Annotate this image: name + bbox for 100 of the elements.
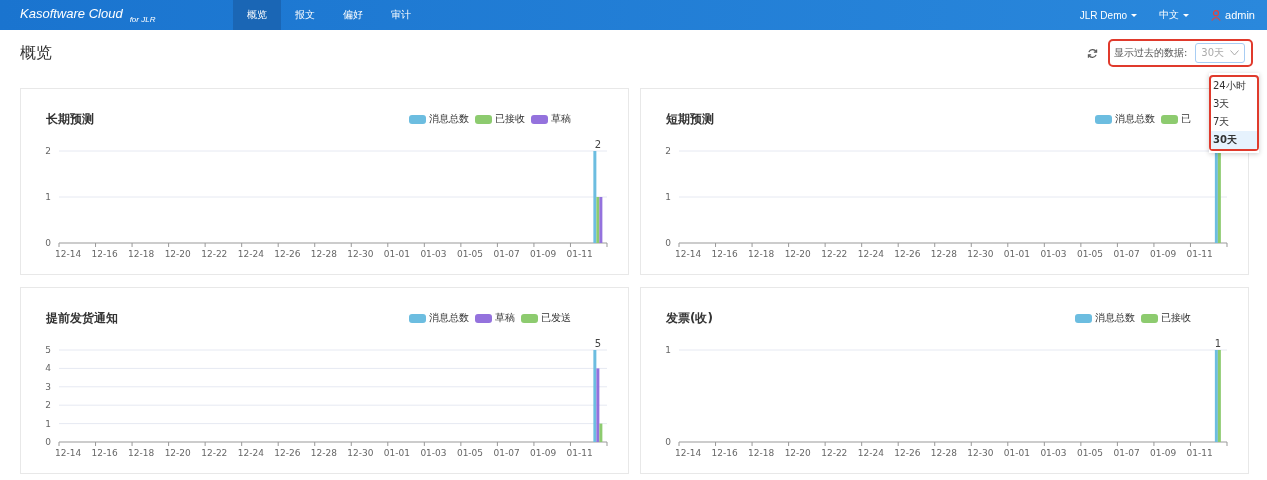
axis-tick-label: 12-16 xyxy=(711,249,738,259)
nav-tab[interactable]: 偏好 xyxy=(329,0,377,30)
brand-logo-text: Kasoftware Cloud xyxy=(20,7,123,21)
chart-title: 发票(收) xyxy=(666,309,713,327)
dropdown-option[interactable]: 30天 xyxy=(1211,131,1257,149)
axis-tick-label: 12-18 xyxy=(748,448,775,458)
menu-link[interactable]: 中文 xyxy=(1159,8,1180,22)
axis-tick-label: 12-18 xyxy=(748,249,775,259)
axis-tick-label: 01-07 xyxy=(1113,249,1140,259)
legend-swatch[interactable] xyxy=(531,114,548,124)
axis-tick-label: 12-20 xyxy=(784,249,811,259)
dropdown-option[interactable]: 24小时 xyxy=(1211,77,1257,95)
axis-tick-label: 12-30 xyxy=(347,249,374,259)
axis-tick-label: 12-24 xyxy=(237,249,264,259)
axis-tick-label: 12-14 xyxy=(55,249,82,259)
axis-tick-label: 01-11 xyxy=(1186,448,1213,458)
caret-icon[interactable] xyxy=(1183,13,1190,17)
axis-tick-label: 2 xyxy=(45,146,51,156)
axis-tick-label: 01-03 xyxy=(420,249,447,259)
axis-tick-label: 12-26 xyxy=(274,249,301,259)
legend-swatch[interactable] xyxy=(521,313,538,323)
axis-tick-label: 1 xyxy=(45,192,51,202)
legend-swatch[interactable] xyxy=(409,313,426,323)
axis-tick-label: 12-28 xyxy=(310,448,337,458)
axis-tick-label: 12-16 xyxy=(711,448,738,458)
legend-label[interactable]: 已发送 xyxy=(541,311,571,325)
axis-tick-label: 0 xyxy=(665,437,671,447)
legend-label[interactable]: 草稿 xyxy=(551,112,571,126)
chart-title: 提前发货通知 xyxy=(46,309,118,327)
axis-tick-label: 12-28 xyxy=(310,249,337,259)
axis-tick-label: 12-14 xyxy=(675,448,702,458)
axis-tick-label: 12-26 xyxy=(894,448,921,458)
axis-tick-label: 01-05 xyxy=(1076,249,1104,259)
user-icon[interactable] xyxy=(1211,9,1222,21)
axis-tick-label: 12-30 xyxy=(967,448,994,458)
caret-icon[interactable] xyxy=(1131,13,1138,17)
axis-tick-label: 01-11 xyxy=(1186,249,1213,259)
legend-label[interactable]: 已 xyxy=(1181,112,1191,126)
refresh-icon[interactable] xyxy=(1086,47,1098,59)
axis-tick-label: 12-20 xyxy=(784,448,811,458)
legend-swatch[interactable] xyxy=(409,114,426,124)
axis-tick-label: 01-03 xyxy=(420,448,447,458)
axis-tick-label: 01-01 xyxy=(383,448,410,458)
nav-tab[interactable]: 报文 xyxy=(281,0,329,30)
legend-label[interactable]: 消息总数 xyxy=(1095,311,1135,325)
value-label: 5 xyxy=(594,338,602,349)
legend-swatch[interactable] xyxy=(1095,114,1112,124)
axis-tick-label: 12-18 xyxy=(128,448,155,458)
axis-tick-label: 12-28 xyxy=(930,249,957,259)
nav-tab[interactable]: 审计 xyxy=(377,0,425,30)
axis-tick-label: 12-24 xyxy=(857,448,884,458)
filter-label: 显示过去的数据: xyxy=(1113,46,1188,60)
legend-swatch[interactable] xyxy=(475,114,492,124)
user-name-link[interactable]: admin xyxy=(1225,9,1255,21)
axis-tick-label: 12-14 xyxy=(675,249,702,259)
axis-tick-label: 12-20 xyxy=(164,448,191,458)
axis-tick-label: 12-22 xyxy=(821,448,848,458)
legend-label[interactable]: 草稿 xyxy=(495,311,515,325)
legend-label[interactable]: 消息总数 xyxy=(1115,112,1155,126)
axis-tick-label: 0 xyxy=(45,238,51,248)
axis-tick-label: 3 xyxy=(45,381,51,392)
axis-tick-label: 12-22 xyxy=(821,249,848,259)
axis-tick-label: 01-05 xyxy=(456,448,484,458)
axis-tick-label: 12-24 xyxy=(857,249,884,259)
legend-label[interactable]: 消息总数 xyxy=(429,112,469,126)
dropdown-option[interactable]: 7天 xyxy=(1211,113,1257,131)
menu-link[interactable]: JLR Demo xyxy=(1079,9,1128,21)
axis-tick-label: 01-09 xyxy=(530,249,557,259)
value-label: 1 xyxy=(1214,338,1222,349)
axis-tick-label: 12-20 xyxy=(164,249,191,259)
axis-tick-label: 1 xyxy=(665,345,671,355)
axis-tick-label: 4 xyxy=(45,363,51,374)
nav-tab[interactable]: 概览 xyxy=(233,0,281,30)
axis-tick-label: 01-07 xyxy=(493,448,520,458)
legend-label[interactable]: 已接收 xyxy=(1161,311,1191,325)
legend-swatch[interactable] xyxy=(475,313,492,323)
legend-swatch[interactable] xyxy=(1075,313,1092,323)
axis-tick-label: 12-30 xyxy=(967,249,994,259)
dropdown-option[interactable]: 3天 xyxy=(1211,95,1257,113)
axis-tick-label: 12-18 xyxy=(128,249,155,259)
axis-tick-label: 12-16 xyxy=(91,448,118,458)
axis-tick-label: 0 xyxy=(665,238,671,248)
legend-label[interactable]: 已接收 xyxy=(495,112,525,126)
legend-label[interactable]: 消息总数 xyxy=(429,311,469,325)
page-title: 概览 xyxy=(20,42,52,64)
axis-tick-label: 01-01 xyxy=(1003,249,1030,259)
value-label: 2 xyxy=(594,139,602,150)
axis-tick-label: 12-22 xyxy=(201,249,228,259)
axis-tick-label: 0 xyxy=(45,437,51,447)
axis-tick-label: 01-03 xyxy=(1040,448,1067,458)
legend-swatch[interactable] xyxy=(1141,313,1158,323)
axis-tick-label: 01-09 xyxy=(1150,249,1177,259)
axis-tick-label: 01-09 xyxy=(1150,448,1177,458)
axis-tick-label: 12-14 xyxy=(55,448,82,458)
axis-tick-label: 1 xyxy=(45,418,51,429)
axis-tick-label: 12-28 xyxy=(930,448,957,458)
axis-tick-label: 12-26 xyxy=(894,249,921,259)
axis-tick-label: 2 xyxy=(665,146,671,156)
legend-swatch[interactable] xyxy=(1161,114,1178,124)
chart-title: 长期预测 xyxy=(46,110,94,128)
